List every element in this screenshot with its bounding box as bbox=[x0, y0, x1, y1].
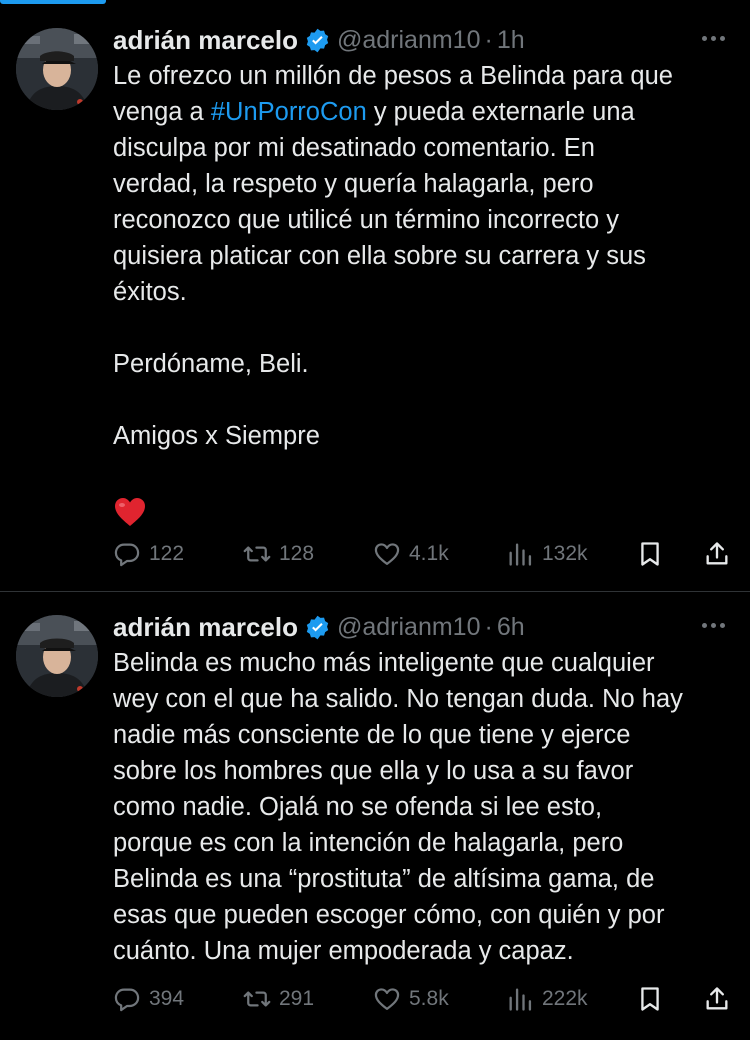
retweet-count: 128 bbox=[279, 542, 315, 565]
share-button[interactable] bbox=[703, 983, 731, 1015]
author-handle[interactable]: @adrianm10 bbox=[337, 26, 481, 55]
share-button[interactable] bbox=[703, 538, 731, 570]
red-heart-emoji-icon bbox=[113, 496, 147, 528]
avatar[interactable] bbox=[16, 615, 98, 697]
more-options-icon[interactable] bbox=[702, 30, 730, 46]
separator-dot: · bbox=[484, 612, 493, 641]
share-icon bbox=[706, 542, 728, 565]
reply-button[interactable]: 394 bbox=[113, 983, 184, 1015]
tweet-text-line: verdad, la respeto y quería halagarla, p… bbox=[113, 170, 594, 198]
tweet-text: Le ofrezco un millón de pesos a Belinda … bbox=[113, 58, 728, 538]
hashtag-link[interactable]: #UnPorroCon bbox=[211, 98, 367, 126]
timestamp[interactable]: 1h bbox=[497, 26, 525, 55]
tweet-text-line: disculpa por mi desatinado comentario. E… bbox=[113, 134, 595, 162]
like-button[interactable]: 4.1k bbox=[373, 538, 449, 570]
text-segment: venga a bbox=[113, 98, 211, 126]
heart-icon bbox=[374, 988, 400, 1011]
tweet-text-line: Perdóname, Beli. bbox=[113, 350, 309, 378]
author-handle[interactable]: @adrianm10 bbox=[337, 613, 481, 642]
share-icon bbox=[706, 987, 728, 1010]
tweet-text-line: cuánto. Una mujer empoderada y capaz. bbox=[113, 937, 574, 965]
bookmark-icon bbox=[641, 542, 659, 566]
views-count: 132k bbox=[542, 542, 588, 565]
tweet-text-line: Belinda es una “prostituta” de altísima … bbox=[113, 865, 655, 893]
separator-dot: · bbox=[484, 25, 493, 54]
tweet-text-line: reconozco que utilicé un término incorre… bbox=[113, 206, 620, 234]
tweet-actions: 122 128 4.1k 132k bbox=[113, 538, 730, 570]
tweet-header: adrián marcelo @adrianm10 · 1h bbox=[113, 22, 730, 58]
tweet-header: adrián marcelo @adrianm10 · 6h bbox=[113, 609, 730, 645]
tweet-text: Belinda es mucho más inteligente que cua… bbox=[113, 645, 728, 969]
reply-button[interactable]: 122 bbox=[113, 538, 184, 570]
retweet-icon bbox=[243, 546, 271, 562]
like-count: 5.8k bbox=[409, 987, 449, 1010]
text-segment: y pueda externarle una bbox=[366, 98, 635, 126]
tweet[interactable]: adrián marcelo @adrianm10 · 1h Le ofrezc… bbox=[0, 0, 750, 592]
tweet-text-line: Amigos x Siempre bbox=[113, 422, 320, 450]
reply-icon bbox=[114, 543, 140, 567]
verified-badge-icon bbox=[304, 27, 331, 54]
views-count: 222k bbox=[542, 987, 588, 1010]
reply-icon bbox=[114, 988, 140, 1012]
views-button[interactable]: 222k bbox=[506, 983, 588, 1015]
retweet-icon bbox=[243, 991, 271, 1007]
tweet-text-line: quisiera platicar con ella sobre su carr… bbox=[113, 242, 646, 270]
tweet-text-line: Belinda es mucho más inteligente que cua… bbox=[113, 649, 655, 677]
bookmark-button[interactable] bbox=[636, 983, 664, 1015]
tweet-text-line: nadie más consciente de lo que tiene y e… bbox=[113, 721, 631, 749]
bookmark-icon bbox=[641, 987, 659, 1011]
author-name[interactable]: adrián marcelo bbox=[113, 612, 298, 643]
tweet-actions: 394 291 5.8k 222k bbox=[113, 983, 730, 1015]
reply-count: 122 bbox=[149, 542, 185, 565]
views-button[interactable]: 132k bbox=[506, 538, 588, 570]
tweet-text-line: venga a #UnPorroCon y pueda externarle u… bbox=[113, 94, 728, 130]
timestamp[interactable]: 6h bbox=[497, 613, 525, 642]
tweet-text-line: wey con el que ha salido. No tengan duda… bbox=[113, 685, 683, 713]
views-chart-icon bbox=[509, 988, 532, 1011]
bookmark-button[interactable] bbox=[636, 538, 664, 570]
tweet-text-line: porque es con la intención de halagarla,… bbox=[113, 829, 624, 857]
reply-count: 394 bbox=[149, 987, 185, 1010]
avatar[interactable] bbox=[16, 28, 98, 110]
tweet-text-line: Le ofrezco un millón de pesos a Belinda … bbox=[113, 62, 673, 90]
retweet-button[interactable]: 128 bbox=[243, 538, 314, 570]
tweet-text-line: como nadie. Ojalá no se ofenda si lee es… bbox=[113, 793, 603, 821]
heart-icon bbox=[374, 543, 400, 566]
like-count: 4.1k bbox=[409, 542, 449, 565]
author-name[interactable]: adrián marcelo bbox=[113, 25, 298, 56]
retweet-count: 291 bbox=[279, 987, 315, 1010]
tweet-text-line: esas que pueden escoger cómo, con quién … bbox=[113, 901, 665, 929]
like-button[interactable]: 5.8k bbox=[373, 983, 449, 1015]
tweet[interactable]: adrián marcelo @adrianm10 · 6h Belinda e… bbox=[0, 593, 750, 1040]
more-options-icon[interactable] bbox=[702, 617, 730, 633]
retweet-button[interactable]: 291 bbox=[243, 983, 314, 1015]
tweet-text-line: sobre los hombres que ella y lo usa a su… bbox=[113, 757, 634, 785]
tweet-text-line: éxitos. bbox=[113, 278, 187, 306]
verified-badge-icon bbox=[304, 614, 331, 641]
views-chart-icon bbox=[509, 543, 532, 566]
